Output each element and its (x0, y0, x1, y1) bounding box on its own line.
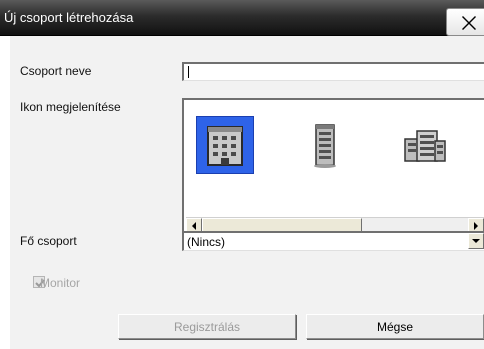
group-name-label: Csoport neve (20, 64, 92, 78)
arrow-left-icon (192, 222, 196, 230)
arrow-right-icon (474, 222, 478, 230)
dialog-body: Csoport neve Ikon megjelenítése Fő csopo… (10, 36, 484, 349)
close-button[interactable] (446, 8, 484, 36)
register-button[interactable]: Regisztrálás (118, 314, 296, 339)
chevron-down-icon (472, 239, 480, 243)
cancel-button[interactable]: Mégse (306, 314, 484, 339)
title-bar: Új csoport létrehozása (0, 0, 484, 36)
main-group-value: (Nincs) (187, 235, 225, 249)
office-building-icon (404, 130, 446, 162)
close-icon (462, 16, 476, 30)
building-icon (207, 126, 243, 166)
group-name-input[interactable] (182, 62, 484, 81)
icon-option-office-building[interactable] (396, 116, 454, 174)
icon-option-tower[interactable] (296, 116, 354, 174)
text-caret (188, 66, 189, 78)
main-group-label: Fő csoport (20, 234, 77, 248)
window-title: Új csoport létrehozása (4, 10, 134, 25)
monitor-label: Monitor (40, 276, 81, 290)
tower-icon (314, 124, 336, 168)
icon-display-label: Ikon megjelenítése (20, 100, 121, 114)
dropdown-button[interactable] (468, 233, 484, 249)
icon-selector[interactable] (182, 98, 484, 243)
icon-option-building[interactable] (196, 116, 254, 174)
main-group-select[interactable]: (Nincs) (182, 231, 484, 251)
